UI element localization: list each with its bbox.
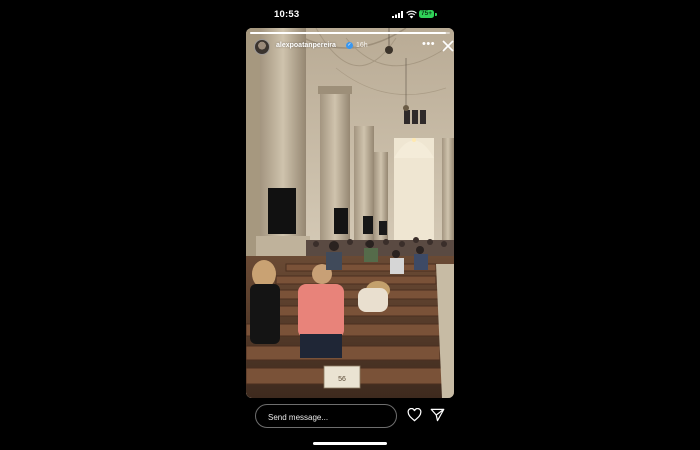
send-icon[interactable] (430, 408, 445, 422)
status-time: 10:53 (274, 9, 300, 20)
story-progress-fill (250, 32, 446, 34)
story-progress-bar (250, 32, 450, 34)
pew-plaque-label: 56 (338, 376, 346, 383)
heart-icon[interactable] (407, 408, 422, 422)
close-icon[interactable] (441, 39, 454, 53)
status-bar: 10:53 75+ (246, 6, 454, 22)
verified-badge-icon: ✓ (346, 42, 353, 49)
story-media[interactable]: 56 alexpoatanpereira ✓ 16h ••• (246, 28, 454, 398)
person-left (250, 260, 280, 344)
battery-indicator: 75+ (419, 10, 434, 18)
cathedral-photo: 56 (246, 28, 454, 398)
battery-tip (435, 12, 437, 16)
story-time-ago: 16h (356, 42, 368, 49)
send-message-input[interactable] (266, 409, 390, 425)
home-indicator[interactable] (313, 442, 387, 445)
wifi-icon (406, 10, 417, 19)
story-username[interactable]: alexpoatanpereira (276, 42, 336, 49)
avatar[interactable] (254, 39, 270, 55)
signal-icon (392, 11, 403, 18)
send-message-field[interactable] (255, 404, 397, 428)
story-header: alexpoatanpereira ✓ 16h ••• (254, 38, 454, 58)
more-icon[interactable]: ••• (422, 38, 435, 50)
phone-screen: 10:53 75+ 56 alexpoatanpereira ✓ 16h •••… (246, 0, 454, 450)
